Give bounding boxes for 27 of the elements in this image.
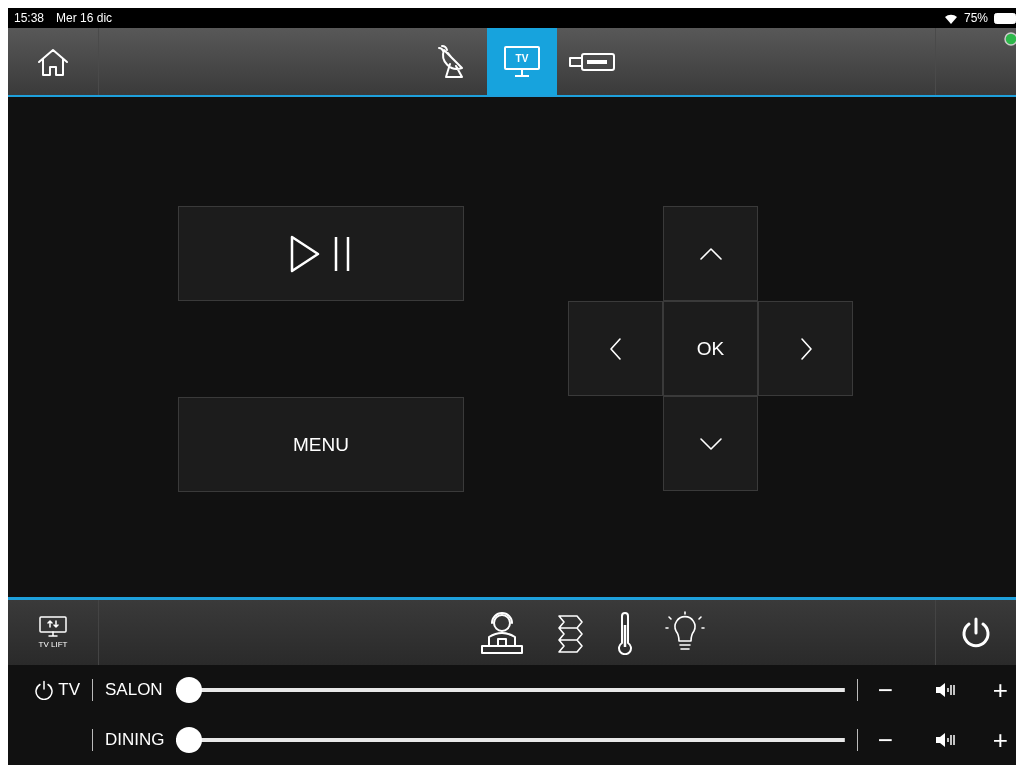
tv-lift-button[interactable]: TV LIFT <box>38 616 68 649</box>
speaker-icon[interactable] <box>934 731 955 749</box>
slider-thumb[interactable] <box>176 727 202 753</box>
person-at-desk-icon[interactable] <box>479 610 525 655</box>
thermometer-icon[interactable] <box>615 610 635 655</box>
tv-lift-icon <box>39 616 67 638</box>
hdmi-plug-icon <box>568 51 616 72</box>
tv-power-button[interactable]: TV <box>34 680 80 700</box>
volume-down-button[interactable]: − <box>869 724 901 756</box>
volume-down-button[interactable]: − <box>869 674 901 706</box>
wifi-icon <box>943 12 958 24</box>
volume-up-button[interactable]: + <box>984 674 1016 706</box>
zone-name: DINING <box>105 730 166 750</box>
zone-name: SALON <box>105 680 164 700</box>
blinds-icon[interactable] <box>555 612 585 653</box>
speaker-icon[interactable] <box>934 681 955 699</box>
slider-thumb[interactable] <box>176 677 202 703</box>
power-icon <box>34 680 55 700</box>
battery-percent: 75% <box>963 11 988 25</box>
battery-icon <box>994 12 1016 24</box>
menu-button[interactable]: MENU <box>178 397 464 492</box>
home-icon[interactable] <box>36 46 70 77</box>
date-text: Mer 16 dic <box>56 11 113 25</box>
volume-up-button[interactable]: + <box>984 724 1016 756</box>
ok-button[interactable]: OK <box>663 301 758 396</box>
tv-label: TV <box>515 52 529 64</box>
clock-time: 15:38 <box>14 11 45 25</box>
